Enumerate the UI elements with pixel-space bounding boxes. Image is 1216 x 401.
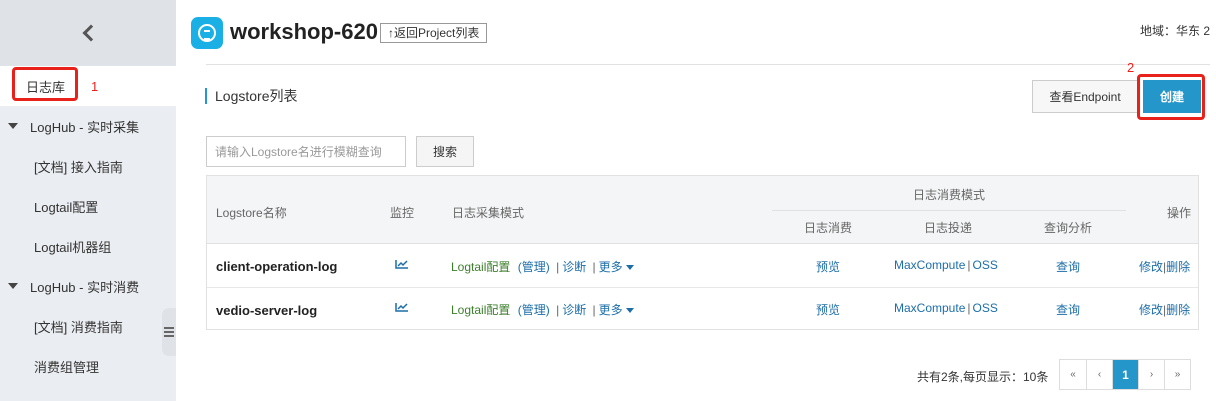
caret-down-icon — [625, 265, 634, 271]
collect-mode-cell: Logtail配置 (管理) | 诊断 | 更多 — [451, 301, 634, 318]
sidebar-item-label: Logtail配置 — [34, 199, 99, 215]
logtail-config-link[interactable]: Logtail配置 — [451, 303, 510, 317]
annotation-number-1: 1 — [91, 79, 99, 94]
maxcompute-link[interactable]: MaxCompute — [894, 301, 965, 315]
edit-link[interactable]: 修改 — [1139, 303, 1163, 317]
ship-cell: MaxCompute | OSS — [894, 258, 998, 272]
region-label: 地域：华东 2 — [1139, 24, 1210, 38]
sidebar-item-label: [文档] 消费指南 — [34, 319, 123, 335]
sidebar-item-consume-guide[interactable]: [文档] 消费指南 — [0, 306, 176, 346]
caret-down-icon — [625, 308, 634, 314]
back-to-project-list-button[interactable]: ↑返回Project列表 — [380, 23, 488, 43]
first-page-button[interactable]: « — [1060, 360, 1086, 389]
chevron-left-icon — [82, 24, 100, 42]
pagination: « ‹ 1 › » — [1059, 359, 1191, 390]
page-button-current[interactable]: 1 — [1112, 360, 1138, 389]
column-header-consume-mode: 日志消费模式 — [913, 188, 986, 202]
table-row: client-operation-log Logtail配置 (管理) | 诊断 … — [207, 244, 1198, 287]
logtail-config-link[interactable]: Logtail配置 — [451, 260, 510, 274]
column-header-query: 查询分析 — [1044, 221, 1093, 235]
log-service-logo-icon — [191, 17, 223, 49]
column-header-ship: 日志投递 — [924, 221, 973, 235]
sidebar-item-label: 消费组管理 — [34, 359, 100, 375]
annotation-box-2 — [1137, 74, 1205, 120]
logstore-name: vedio-server-log — [216, 303, 318, 318]
ship-cell: MaxCompute | OSS — [894, 301, 998, 315]
sidebar-toggle-tab[interactable] — [162, 308, 176, 356]
next-page-button[interactable]: › — [1138, 360, 1164, 389]
logstore-table: Logstore名称 监控 日志采集模式 日志消费模式 日志消费 日志投递 查询… — [206, 175, 1199, 330]
search-button[interactable]: 搜索 — [416, 136, 474, 167]
sidebar-item-consumer-group[interactable]: 消费组管理 — [0, 346, 176, 386]
sidebar-item-access-guide[interactable]: [文档] 接入指南 — [0, 146, 176, 186]
column-header-consume: 日志消费 — [804, 221, 853, 235]
last-page-button[interactable]: » — [1164, 360, 1190, 389]
manage-link[interactable]: (管理) — [518, 303, 550, 317]
delete-link[interactable]: 删除 — [1166, 260, 1190, 274]
header-divider — [772, 210, 1126, 211]
page-title: Logstore列表 — [205, 88, 297, 104]
logstore-name: client-operation-log — [216, 259, 338, 274]
logstore-search-input[interactable] — [206, 136, 406, 167]
preview-link[interactable]: 预览 — [816, 258, 840, 275]
more-label: 更多 — [598, 260, 623, 274]
more-label: 更多 — [598, 303, 623, 317]
sidebar-item-logtail-config[interactable]: Logtail配置 — [0, 186, 176, 226]
query-link[interactable]: 查询 — [1056, 258, 1080, 275]
oss-link[interactable]: OSS — [973, 301, 998, 315]
more-dropdown[interactable]: 更多 — [599, 260, 634, 274]
column-header-monitor: 监控 — [390, 206, 415, 220]
view-endpoint-button[interactable]: 查看Endpoint — [1032, 80, 1138, 113]
column-header-collect-mode: 日志采集模式 — [452, 206, 525, 220]
sidebar-collapse-button[interactable] — [0, 0, 176, 66]
column-header-action: 操作 — [1167, 206, 1192, 220]
menu-icon — [164, 327, 174, 337]
action-cell: 修改|删除 — [1139, 260, 1191, 274]
table-row: vedio-server-log Logtail配置 (管理) | 诊断 | 更多 … — [207, 287, 1198, 330]
project-title: workshop-620 — [230, 19, 378, 44]
sidebar-item-label: LogHub - 实时消费 — [30, 279, 140, 295]
monitor-chart-icon[interactable] — [395, 302, 409, 312]
annotation-number-2: 2 — [1127, 60, 1135, 75]
caret-down-icon — [8, 123, 18, 129]
action-cell: 修改|删除 — [1139, 303, 1191, 317]
diagnose-link[interactable]: 诊断 — [562, 260, 586, 274]
preview-link[interactable]: 预览 — [816, 301, 840, 318]
table-header: Logstore名称 监控 日志采集模式 日志消费模式 日志消费 日志投递 查询… — [207, 176, 1198, 244]
sidebar-group-loghub-collect[interactable]: LogHub - 实时采集 — [0, 106, 176, 146]
prev-page-button[interactable]: ‹ — [1086, 360, 1112, 389]
more-dropdown[interactable]: 更多 — [599, 303, 634, 317]
sidebar-group-loghub-consume[interactable]: LogHub - 实时消费 — [0, 266, 176, 306]
sidebar: 日志库 LogHub - 实时采集 [文档] 接入指南 Logtail配置 Lo… — [0, 0, 176, 401]
column-header-name: Logstore名称 — [216, 206, 287, 220]
oss-link[interactable]: OSS — [973, 258, 998, 272]
header-divider — [206, 64, 1210, 65]
sidebar-item-logtail-machine-group[interactable]: Logtail机器组 — [0, 226, 176, 266]
maxcompute-link[interactable]: MaxCompute — [894, 258, 965, 272]
pagination-info: 共有2条,每页显示：10条 — [917, 370, 1049, 384]
query-link[interactable]: 查询 — [1056, 301, 1080, 318]
caret-down-icon — [8, 283, 18, 289]
sidebar-item-label: LogHub - 实时采集 — [30, 119, 140, 135]
delete-link[interactable]: 删除 — [1166, 303, 1190, 317]
collect-mode-cell: Logtail配置 (管理) | 诊断 | 更多 — [451, 258, 634, 275]
monitor-chart-icon[interactable] — [395, 259, 409, 269]
edit-link[interactable]: 修改 — [1139, 260, 1163, 274]
diagnose-link[interactable]: 诊断 — [562, 303, 586, 317]
header: workshop-620 ↑返回Project列表 地域：华东 2 — [176, 0, 1216, 66]
manage-link[interactable]: (管理) — [518, 260, 550, 274]
sidebar-item-label: [文档] 接入指南 — [34, 159, 123, 175]
sidebar-item-label: Logtail机器组 — [34, 239, 112, 255]
annotation-box-1 — [12, 67, 78, 101]
